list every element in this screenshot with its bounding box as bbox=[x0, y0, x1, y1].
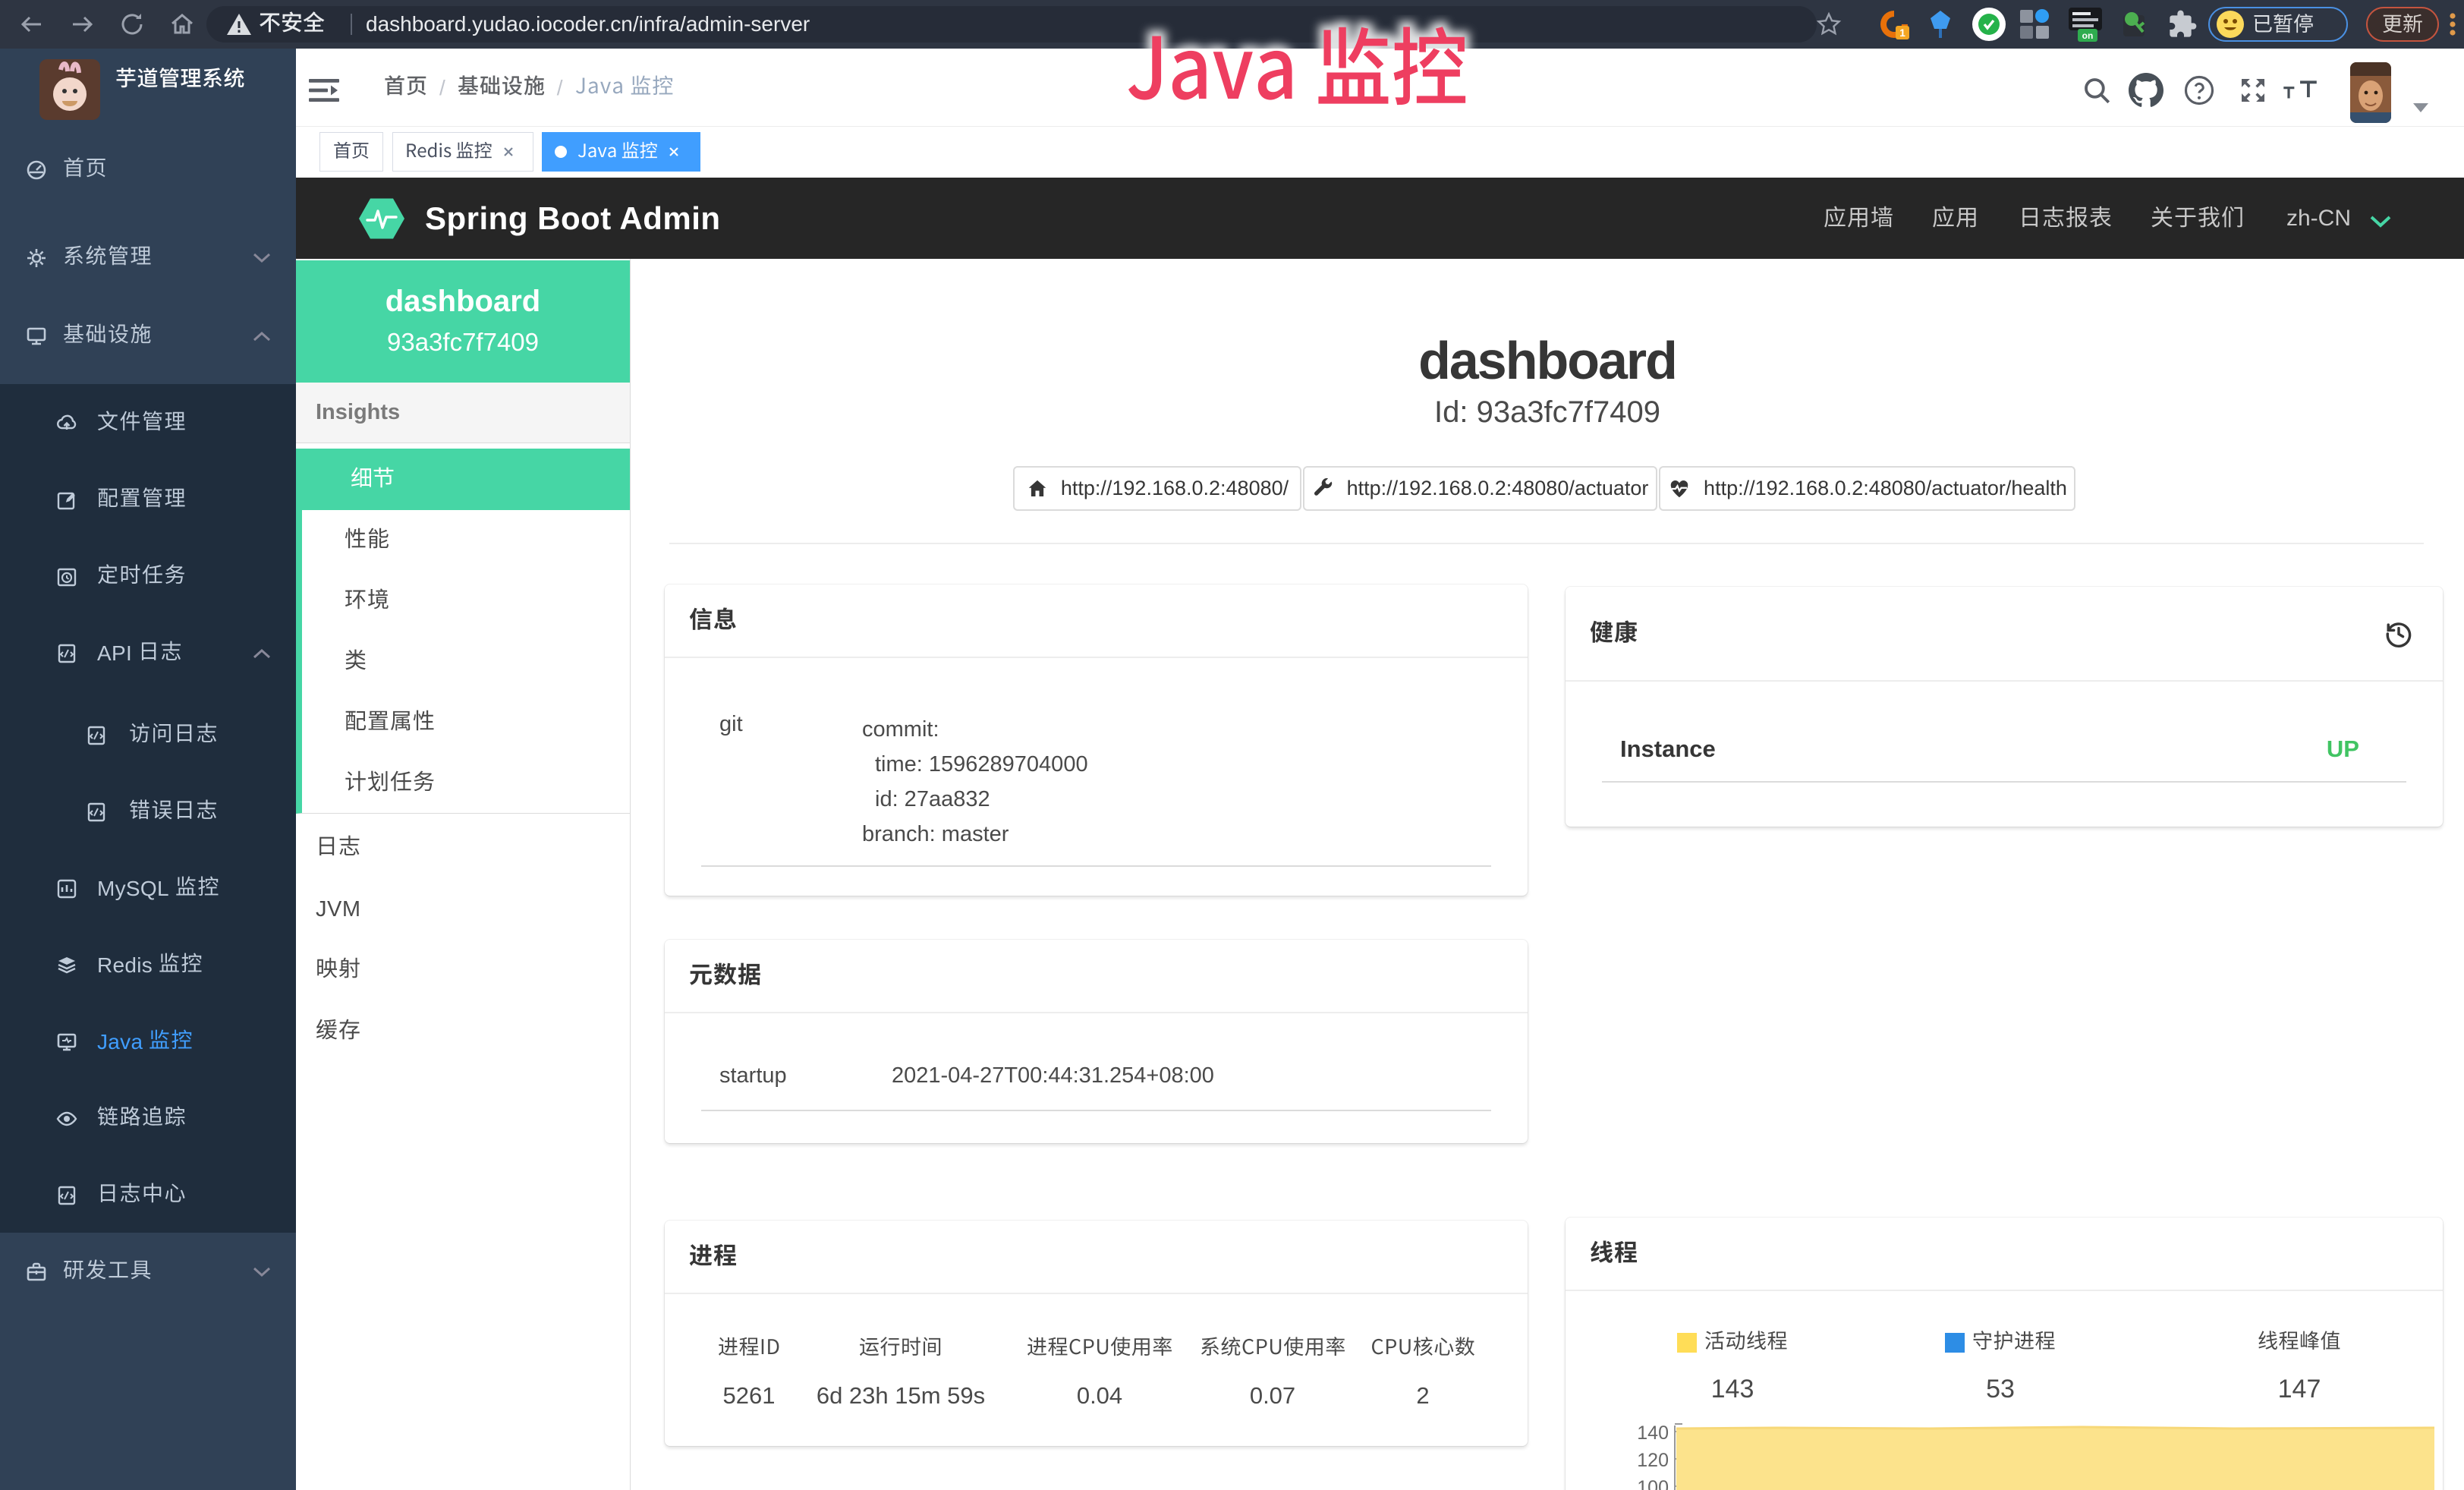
svg-text:1: 1 bbox=[1899, 27, 1905, 39]
svg-text:100: 100 bbox=[1637, 1477, 1669, 1490]
svg-text:on: on bbox=[2082, 30, 2094, 41]
svg-text:140: 140 bbox=[1637, 1422, 1669, 1444]
svg-text:120: 120 bbox=[1637, 1450, 1669, 1471]
